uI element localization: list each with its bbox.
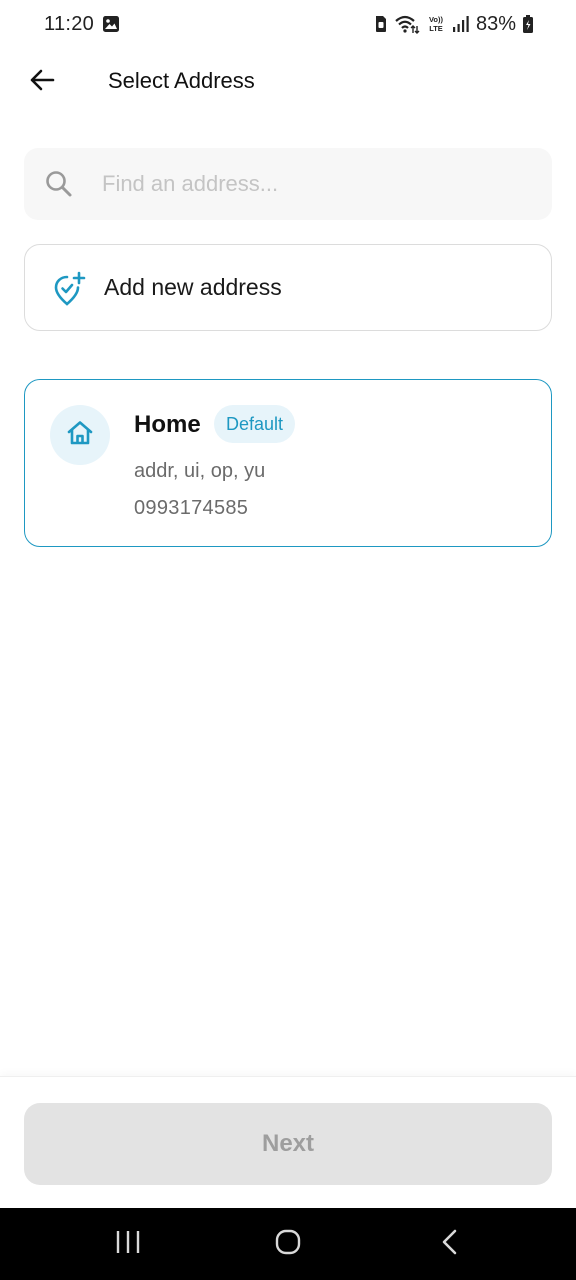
select-address-screen: 11:20 Vo)) LTE 83% Select Address Find a… (0, 0, 576, 1280)
page-title: Select Address (108, 68, 255, 93)
search-box[interactable] (24, 148, 552, 220)
back-chevron-icon (438, 1228, 462, 1261)
next-button[interactable]: Next (24, 1103, 552, 1185)
status-right: Vo)) LTE 83% (374, 13, 534, 36)
home-circle-icon (274, 1228, 302, 1261)
status-bar: 11:20 Vo)) LTE 83% (0, 0, 576, 48)
address-line: addr, ui, op, yu (134, 460, 266, 482)
home-icon-badge (50, 405, 110, 465)
address-phone: 0993174585 (134, 497, 249, 519)
svg-text:LTE: LTE (429, 24, 443, 33)
status-left: 11:20 (44, 13, 120, 36)
battery-icon (522, 14, 534, 34)
add-new-address-label: Add new address (104, 274, 282, 300)
status-time: 11:20 (44, 12, 95, 35)
battery-percent: 83% (475, 12, 516, 35)
system-nav-bar (0, 1208, 576, 1280)
wifi-icon (394, 14, 420, 34)
back-button[interactable] (24, 64, 60, 100)
recents-button[interactable] (108, 1226, 148, 1262)
search-input[interactable] (102, 148, 522, 220)
location-plus-icon (51, 271, 87, 307)
signal-icon (452, 15, 470, 33)
volte-icon: Vo)) LTE (426, 14, 446, 34)
address-card-home[interactable]: Home Default addr, ui, op, yu 0993174585 (24, 379, 552, 547)
home-icon (65, 418, 95, 453)
arrow-left-icon (28, 66, 56, 99)
recents-icon (114, 1229, 142, 1260)
bottom-action-bar: Next (0, 1076, 576, 1208)
add-new-address-button[interactable]: Add new address (24, 244, 552, 331)
back-nav-button[interactable] (430, 1226, 470, 1262)
sim-icon (374, 15, 388, 33)
image-icon (102, 15, 120, 33)
default-badge: Default (214, 405, 296, 443)
address-name: Home (134, 411, 201, 438)
app-header: Select Address (0, 52, 576, 112)
home-nav-button[interactable] (268, 1226, 308, 1262)
search-icon (44, 169, 74, 199)
svg-text:Vo)): Vo)) (429, 15, 444, 24)
